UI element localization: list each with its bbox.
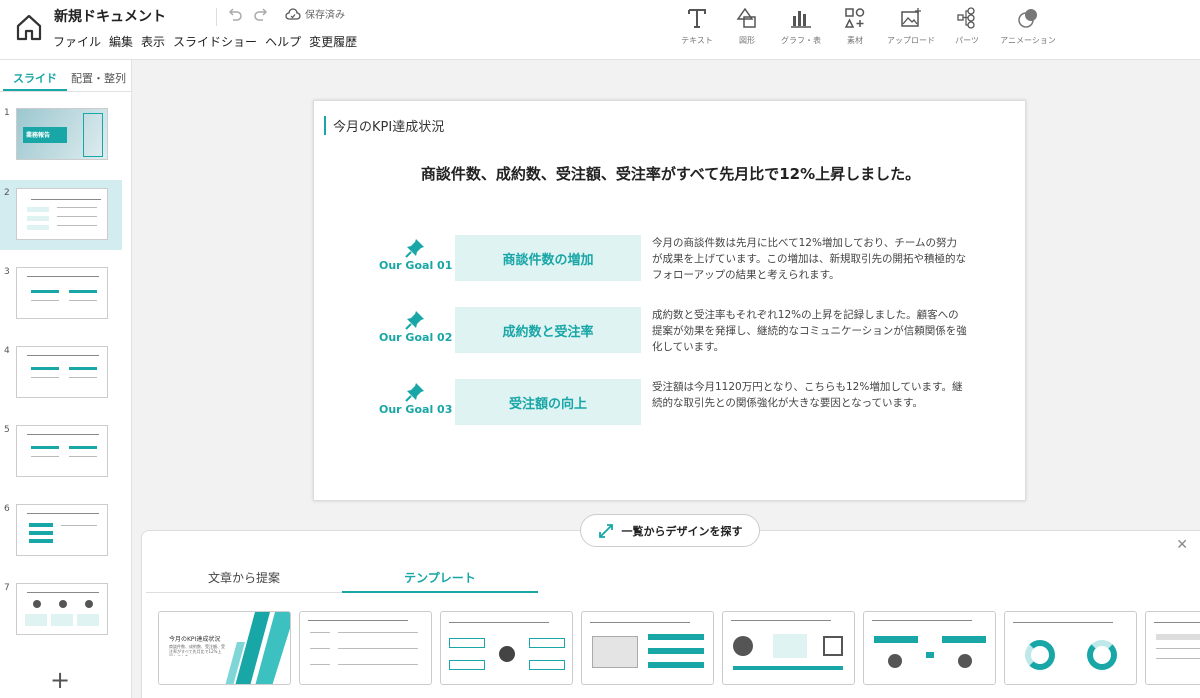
template-card[interactable] — [1145, 611, 1200, 685]
tool-shape[interactable]: 図形 — [722, 6, 772, 46]
find-design-button[interactable]: 一覧からデザインを探す — [580, 514, 760, 547]
slide-thumb-3[interactable]: 3 — [0, 259, 122, 329]
goal-label: Our Goal 03 — [379, 403, 453, 416]
template-card[interactable] — [1004, 611, 1137, 685]
slide-thumb-6[interactable]: 6 — [0, 496, 122, 566]
tab-slides[interactable]: スライド — [3, 60, 67, 91]
template-card[interactable]: 今月のKPI達成状況 商談件数、成約数、受注額、受注率がすべて先月比で12%上昇… — [158, 611, 291, 685]
slide-thumb-1[interactable]: 1 業務報告 — [0, 100, 122, 170]
goal-description: 成約数と受注率もそれぞれ12%の上昇を記録しました。顧客への提案が効果を発揮し、… — [652, 309, 967, 353]
find-design-label: 一覧からデザインを探す — [621, 524, 743, 538]
design-panel: ✕ 文章から提案 テンプレート 今月のKPI達成状況 商談件数、成約数、受注額、… — [141, 530, 1200, 698]
tool-text[interactable]: テキスト — [672, 6, 722, 46]
tab-suggest-from-text[interactable]: 文章から提案 — [146, 561, 342, 593]
goal-description: 受注額は今月1120万円となり、こちらも12%増加しています。継続的な取引先との… — [652, 381, 963, 409]
tool-chart[interactable]: グラフ・表 — [772, 6, 830, 46]
menu-slideshow[interactable]: スライドショー — [173, 33, 257, 50]
goal-item-2[interactable]: Our Goal 02 成約数と受注率 成約数と受注率もそれぞれ12%の上昇を記… — [374, 307, 974, 353]
toolbar: テキスト 図形 グラフ・表 素材 アップロード パーツ アニメーション — [672, 6, 1064, 46]
chart-icon — [789, 6, 813, 30]
goal-item-1[interactable]: Our Goal 01 商談件数の増加 今月の商談件数は先月に比べて12%増加し… — [374, 235, 974, 281]
cloud-check-icon — [285, 7, 301, 20]
goal-title: 成約数と受注率 — [455, 307, 641, 353]
pin-icon — [405, 383, 424, 402]
tab-templates[interactable]: テンプレート — [342, 561, 538, 593]
template-card[interactable] — [581, 611, 714, 685]
animation-icon — [1016, 6, 1040, 30]
slide-thumb-7[interactable]: 7 — [0, 575, 122, 645]
goal-label: Our Goal 01 — [379, 259, 453, 272]
menu-view[interactable]: 表示 — [141, 33, 165, 50]
menu-file[interactable]: ファイル — [53, 33, 101, 50]
slide-thumb-image — [16, 267, 108, 319]
slide-subtitle[interactable]: 商談件数、成約数、受注額、受注率がすべて先月比で12%上昇しました。 — [314, 163, 1027, 184]
goal-title: 受注額の向上 — [455, 379, 641, 425]
redo-icon — [254, 8, 268, 21]
goal-description: 今月の商談件数は先月に比べて12%増加しており、チームの努力が成果を上げています… — [652, 237, 966, 281]
template-card[interactable] — [863, 611, 996, 685]
tool-upload[interactable]: アップロード — [880, 6, 942, 46]
menu-edit[interactable]: 編集 — [109, 33, 133, 50]
add-slide-button[interactable]: + — [50, 666, 70, 694]
slide-thumb-image — [16, 583, 108, 635]
close-icon[interactable]: ✕ — [1176, 537, 1188, 553]
expand-icon — [598, 523, 613, 538]
slide-thumb-image — [16, 346, 108, 398]
template-card[interactable] — [299, 611, 432, 685]
undo-icon — [228, 8, 242, 21]
text-icon — [685, 6, 709, 30]
save-status-text: 保存済み — [305, 10, 345, 21]
goal-item-3[interactable]: Our Goal 03 受注額の向上 受注額は今月1120万円となり、こちらも1… — [374, 379, 974, 425]
goal-title: 商談件数の増加 — [455, 235, 641, 281]
slide-canvas[interactable]: 今月のKPI達成状況 商談件数、成約数、受注額、受注率がすべて先月比で12%上昇… — [313, 100, 1026, 501]
undo-button[interactable] — [226, 6, 244, 24]
slide-thumb-image — [16, 504, 108, 556]
panel-tabs: 文章から提案 テンプレート — [146, 561, 538, 593]
template-list: 今月のKPI達成状況 商談件数、成約数、受注額、受注率がすべて先月比で12%上昇… — [158, 611, 1200, 685]
slide-thumb-image — [16, 188, 108, 240]
slide-thumb-2[interactable]: 2 — [0, 180, 122, 250]
menu-help[interactable]: ヘルプ — [265, 33, 301, 50]
pin-icon — [405, 311, 424, 330]
goal-label: Our Goal 02 — [379, 331, 453, 344]
home-button[interactable] — [14, 12, 44, 42]
menu-history[interactable]: 変更履歴 — [309, 33, 357, 50]
home-icon — [16, 14, 42, 41]
template-card[interactable] — [722, 611, 855, 685]
slide-thumb-5[interactable]: 5 — [0, 417, 122, 487]
slide-sidebar: スライド 配置・整列 1 業務報告 2 3 4 5 6 7 + — [0, 60, 132, 698]
parts-icon — [955, 6, 979, 30]
pin-icon — [405, 239, 424, 258]
header-divider — [216, 8, 217, 26]
template-graphic — [225, 612, 290, 684]
tool-animation[interactable]: アニメーション — [992, 6, 1064, 46]
tab-arrange[interactable]: 配置・整列 — [71, 60, 126, 91]
tool-asset[interactable]: 素材 — [830, 6, 880, 46]
menu-bar: ファイル 編集 表示 スライドショー ヘルプ 変更履歴 — [53, 33, 365, 50]
shape-icon — [735, 6, 759, 30]
sidebar-tabs: スライド 配置・整列 — [0, 60, 131, 92]
slide-thumb-image — [16, 425, 108, 477]
asset-icon — [843, 6, 867, 30]
document-title[interactable]: 新規ドキュメント — [54, 6, 166, 26]
redo-button[interactable] — [252, 6, 270, 24]
save-status: 保存済み — [285, 6, 345, 21]
tool-parts[interactable]: パーツ — [942, 6, 992, 46]
template-card[interactable] — [440, 611, 573, 685]
upload-icon — [899, 6, 923, 30]
app-header: 新規ドキュメント ファイル 編集 表示 スライドショー ヘルプ 変更履歴 保存済… — [0, 0, 1200, 60]
slide-thumb-4[interactable]: 4 — [0, 338, 122, 408]
slide-heading[interactable]: 今月のKPI達成状況 — [324, 116, 444, 135]
slide-thumb-image: 業務報告 — [16, 108, 108, 160]
